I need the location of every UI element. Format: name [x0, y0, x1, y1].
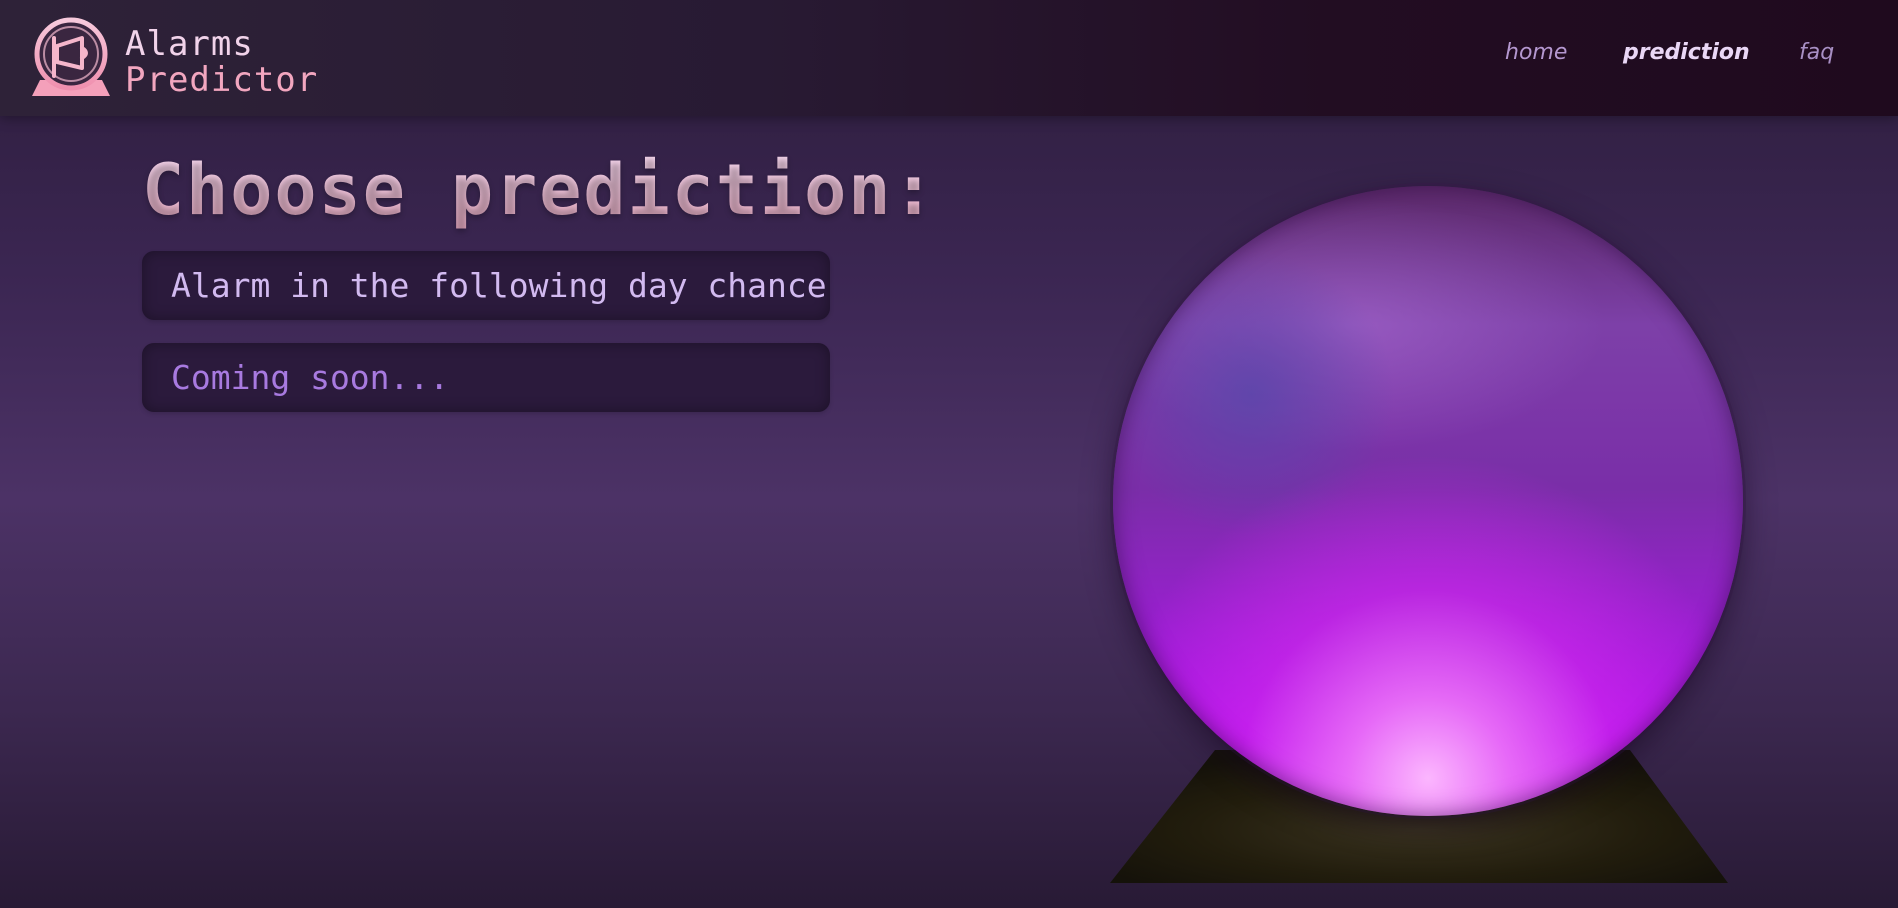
nav-home-link[interactable]: home — [1505, 40, 1567, 65]
prediction-option-alarm-chance[interactable]: Alarm in the following day chance — [142, 251, 830, 320]
megaphone-icon[interactable] — [30, 16, 112, 100]
nav-faq-link[interactable]: faq — [1799, 40, 1834, 65]
brand-name[interactable]: Alarms Predictor — [125, 26, 318, 98]
nav-prediction-link[interactable]: prediction — [1623, 40, 1750, 65]
brand-line-2: Predictor — [125, 60, 319, 100]
prediction-option-coming-soon[interactable]: Coming soon... — [142, 343, 830, 412]
page-title: Choose prediction: — [142, 149, 937, 231]
header-bar: Alarms Predictor home prediction faq — [0, 0, 1898, 116]
brand-line-1: Alarms — [125, 24, 254, 64]
crystal-ball — [1113, 186, 1743, 816]
